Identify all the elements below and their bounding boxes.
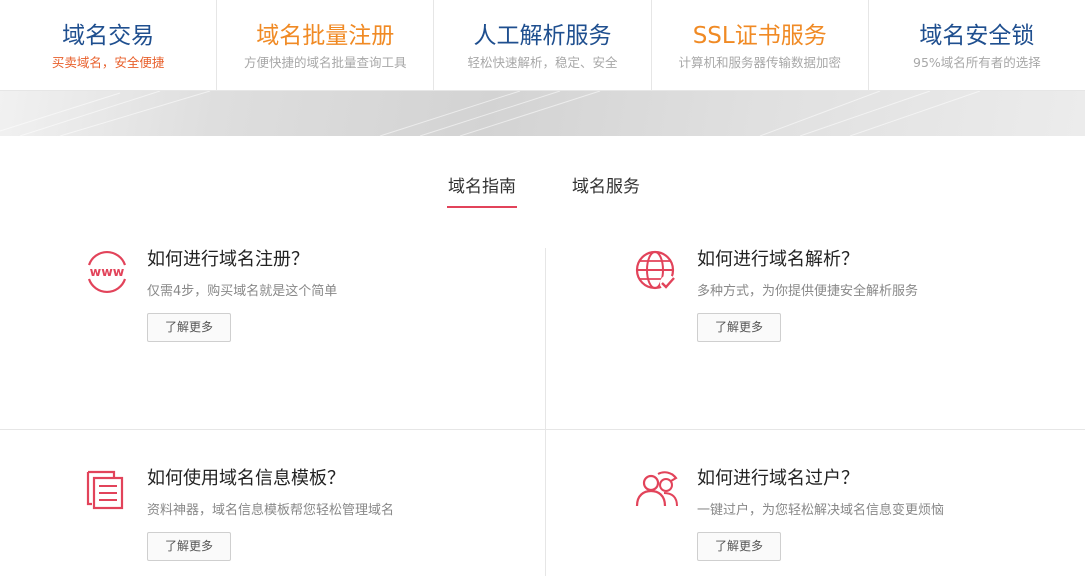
service-nav: 域名交易 买卖域名，安全便捷 域名批量注册 方便快捷的域名批量查询工具 人工解析… <box>0 0 1085 91</box>
grid-divider-horizontal <box>0 429 1085 430</box>
svg-text:www: www <box>90 264 125 279</box>
nav-title: 人工解析服务 <box>473 23 612 49</box>
nav-subtitle: 95%域名所有者的选择 <box>913 55 1041 70</box>
nav-subtitle: 轻松快速解析，稳定、安全 <box>467 55 618 70</box>
nav-domain-lock[interactable]: 域名安全锁 95%域名所有者的选择 <box>869 0 1085 90</box>
guide-description: 一键过户，为您轻松解决域名信息变更烦恼 <box>697 503 945 518</box>
guide-card-template: 如何使用域名信息模板？ 资料神器，域名信息模板帮您轻松管理域名 了解更多 <box>84 468 524 578</box>
document-template-icon <box>84 468 130 514</box>
nav-domain-trading[interactable]: 域名交易 买卖域名，安全便捷 <box>0 0 218 90</box>
nav-title: 域名安全锁 <box>919 23 1035 49</box>
guide-card-transfer: 如何进行域名过户？ 一键过户，为您轻松解决域名信息变更烦恼 了解更多 <box>634 468 1074 578</box>
nav-bulk-registration[interactable]: 域名批量注册 方便快捷的域名批量查询工具 <box>217 0 435 90</box>
nav-title: 域名批量注册 <box>256 23 395 49</box>
learn-more-button[interactable]: 了解更多 <box>147 532 231 561</box>
globe-check-icon <box>634 249 680 295</box>
nav-subtitle: 计算机和服务器传输数据加密 <box>678 55 841 70</box>
www-icon: www <box>84 249 130 295</box>
users-transfer-icon <box>634 468 680 514</box>
learn-more-button[interactable]: 了解更多 <box>147 313 231 342</box>
nav-ssl-certificate[interactable]: SSL证书服务 计算机和服务器传输数据加密 <box>652 0 869 90</box>
guide-description: 多种方式，为你提供便捷安全解析服务 <box>697 284 919 299</box>
nav-title: 域名交易 <box>62 23 155 49</box>
nav-subtitle: 买卖域名，安全便捷 <box>51 55 165 70</box>
grid-divider-vertical <box>545 248 546 576</box>
tab-domain-service[interactable]: 域名服务 <box>572 176 640 198</box>
guide-title: 如何使用域名信息模板？ <box>147 468 345 489</box>
guide-title: 如何进行域名注册？ <box>147 249 309 270</box>
nav-title: SSL证书服务 <box>692 23 827 49</box>
guide-title: 如何进行域名解析？ <box>697 249 859 270</box>
nav-manual-dns[interactable]: 人工解析服务 轻松快速解析，稳定、安全 <box>434 0 652 90</box>
banner-pattern <box>0 91 981 136</box>
guide-title: 如何进行域名过户？ <box>697 468 859 489</box>
learn-more-button[interactable]: 了解更多 <box>697 532 781 561</box>
tab-domain-guide[interactable]: 域名指南 <box>447 176 517 208</box>
guide-card-dns: 如何进行域名解析？ 多种方式，为你提供便捷安全解析服务 了解更多 <box>634 249 1074 359</box>
guide-description: 资料神器，域名信息模板帮您轻松管理域名 <box>147 503 395 518</box>
decorative-banner <box>0 91 1085 136</box>
guide-tabs: 域名指南 域名服务 <box>0 176 1085 210</box>
learn-more-button[interactable]: 了解更多 <box>697 313 781 342</box>
nav-subtitle: 方便快捷的域名批量查询工具 <box>244 55 407 70</box>
guide-card-register: www 如何进行域名注册？ 仅需4步，购买域名就是这个简单 了解更多 <box>84 249 524 359</box>
guide-description: 仅需4步，购买域名就是这个简单 <box>147 284 338 299</box>
